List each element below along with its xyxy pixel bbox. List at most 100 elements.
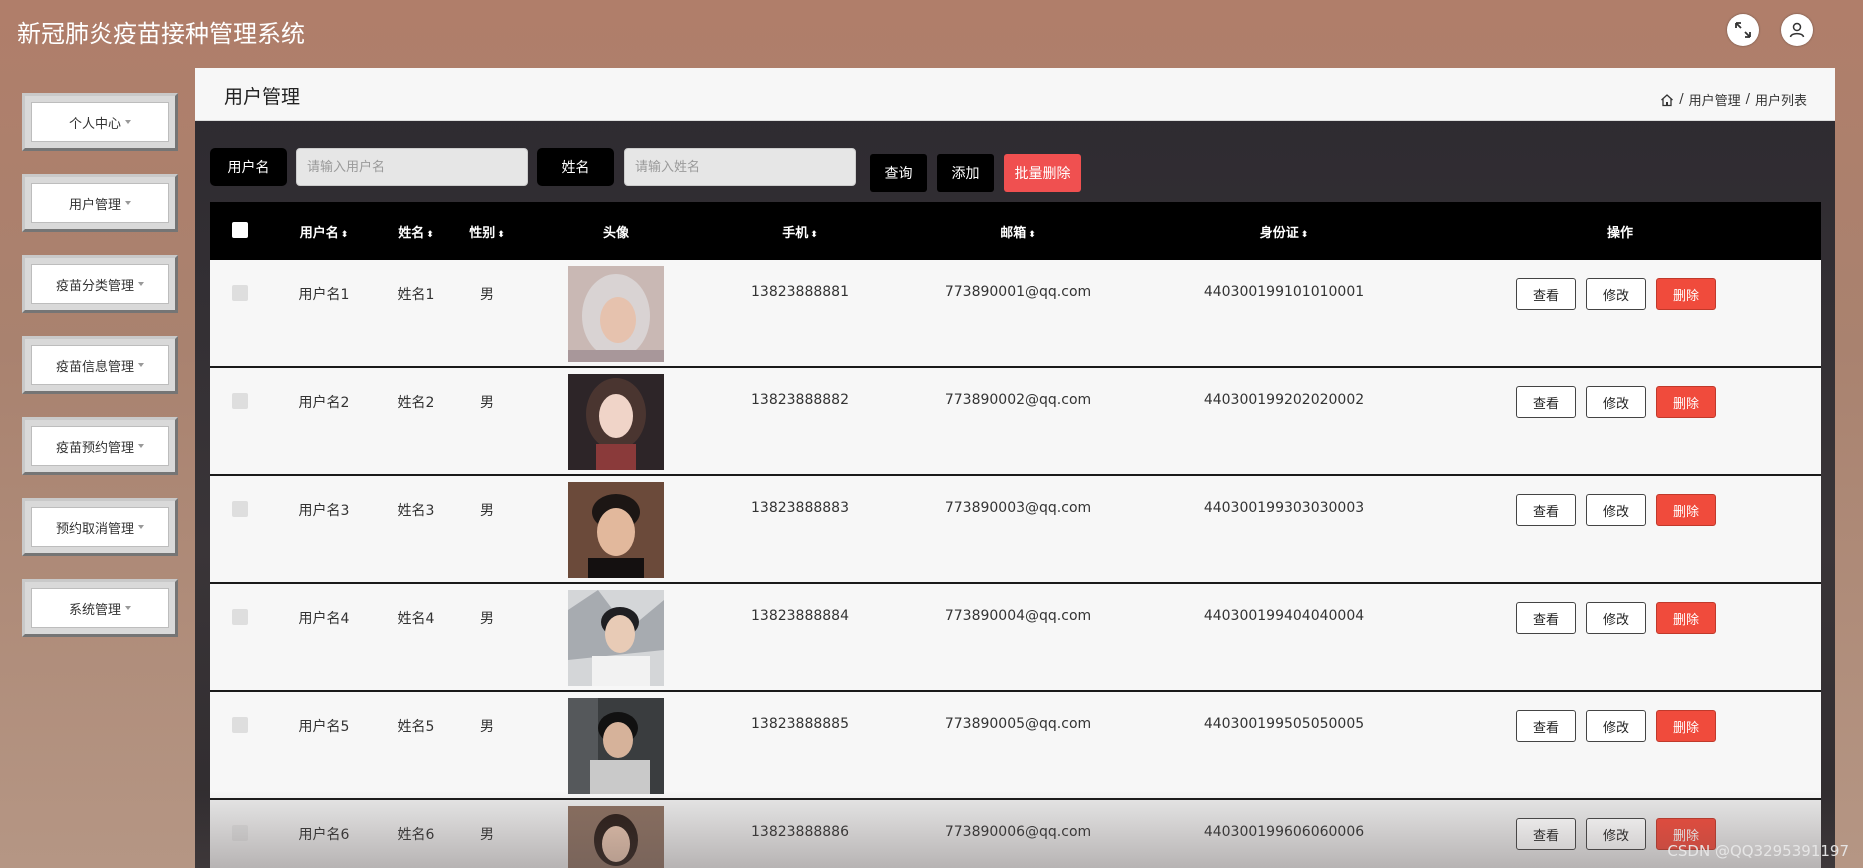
view-button[interactable]: 查看	[1516, 278, 1576, 310]
main-content: 用户管理 / 用户管理 / 用户列表 用户名 姓名 查询 添加 批量删除 用户名…	[195, 68, 1835, 868]
cell-gender: 男	[480, 503, 494, 519]
avatar	[568, 698, 664, 794]
table-row: 用户名3 姓名3 男 13823888883 773890003@qq.com …	[210, 476, 1821, 584]
table-row: 用户名5 姓名5 男 13823888885 773890005@qq.com …	[210, 692, 1821, 800]
cell-name: 姓名1	[397, 287, 435, 303]
cell-phone: 13823888883	[751, 500, 849, 516]
delete-button[interactable]: 删除	[1656, 602, 1716, 634]
cell-gender: 男	[480, 611, 494, 627]
column-header-gender[interactable]: 性别 ⬍	[469, 222, 505, 241]
cell-name: 姓名5	[397, 719, 435, 735]
delete-button[interactable]: 删除	[1656, 710, 1716, 742]
column-header-username[interactable]: 用户名 ⬍	[300, 222, 349, 241]
batch-delete-button[interactable]: 批量删除	[1004, 154, 1081, 192]
column-header-avatar: 头像	[602, 226, 630, 241]
view-button[interactable]: 查看	[1516, 494, 1576, 526]
sidebar-item-vaccine-info[interactable]: 疫苗信息管理	[22, 336, 178, 394]
sidebar-item-booking-cancel[interactable]: 预约取消管理	[22, 498, 178, 556]
cell-phone: 13823888882	[751, 392, 849, 408]
column-header-email[interactable]: 邮箱 ⬍	[1000, 222, 1036, 241]
cell-email: 773890003@qq.com	[944, 500, 1092, 516]
caret-down-icon	[138, 363, 144, 367]
fullscreen-button[interactable]	[1727, 14, 1759, 46]
breadcrumb: / 用户管理 / 用户列表	[1660, 90, 1807, 109]
edit-button[interactable]: 修改	[1586, 818, 1646, 850]
cell-name: 姓名3	[397, 503, 435, 519]
table-header: 用户名 ⬍ 姓名 ⬍ 性别 ⬍ 头像 手机 ⬍ 邮箱 ⬍ 身份证 ⬍ 操作	[210, 202, 1821, 260]
row-checkbox[interactable]	[232, 501, 248, 517]
avatar	[568, 482, 664, 578]
sidebar-item-label: 预约取消管理	[55, 521, 134, 537]
sidebar-item-label: 系统管理	[68, 602, 121, 618]
cell-email: 773890004@qq.com	[944, 608, 1092, 624]
sidebar-item-label: 个人中心	[68, 116, 121, 132]
cell-gender: 男	[480, 719, 494, 735]
sort-icon: ⬍	[426, 230, 434, 240]
name-search-input[interactable]	[624, 148, 856, 186]
cell-username: 用户名6	[298, 827, 350, 843]
select-all-checkbox[interactable]	[232, 222, 248, 238]
sort-icon: ⬍	[1300, 230, 1309, 240]
caret-down-icon	[138, 282, 144, 286]
table-row: 用户名2 姓名2 男 13823888882 773890002@qq.com …	[210, 368, 1821, 476]
add-button[interactable]: 添加	[937, 154, 994, 192]
breadcrumb-item[interactable]: 用户管理	[1689, 90, 1741, 109]
watermark: CSDN @QQ3295391197	[1667, 842, 1849, 860]
sidebar-item-system[interactable]: 系统管理	[22, 579, 178, 637]
query-button[interactable]: 查询	[870, 154, 927, 192]
edit-button[interactable]: 修改	[1586, 602, 1646, 634]
cell-email: 773890001@qq.com	[944, 284, 1092, 300]
sort-icon: ⬍	[497, 230, 505, 240]
view-button[interactable]: 查看	[1516, 818, 1576, 850]
cell-name: 姓名2	[397, 395, 435, 411]
breadcrumb-item-current: 用户列表	[1754, 94, 1807, 109]
sidebar-item-personal-center[interactable]: 个人中心	[22, 93, 178, 151]
sidebar-item-label: 疫苗信息管理	[55, 359, 134, 375]
cell-name: 姓名6	[397, 827, 435, 843]
sort-icon: ⬍	[810, 230, 818, 240]
username-search-input[interactable]	[296, 148, 528, 186]
user-menu-button[interactable]	[1781, 14, 1813, 46]
delete-button[interactable]: 删除	[1656, 494, 1716, 526]
sidebar-item-label: 疫苗分类管理	[55, 278, 134, 294]
table-row: 用户名6 姓名6 男 13823888886 773890006@qq.com …	[210, 800, 1821, 868]
cell-phone: 13823888884	[751, 608, 849, 624]
sidebar-item-vaccine-booking[interactable]: 疫苗预约管理	[22, 417, 178, 475]
view-button[interactable]: 查看	[1516, 602, 1576, 634]
cell-name: 姓名4	[397, 611, 435, 627]
column-header-phone[interactable]: 手机 ⬍	[782, 222, 818, 241]
cell-email: 773890002@qq.com	[944, 392, 1092, 408]
cell-idcard: 440300199505050005	[1203, 716, 1365, 732]
home-icon[interactable]	[1660, 93, 1674, 107]
cell-phone: 13823888885	[751, 716, 849, 732]
user-icon	[1789, 22, 1805, 38]
delete-button[interactable]: 删除	[1656, 386, 1716, 418]
column-header-name[interactable]: 姓名 ⬍	[398, 222, 434, 241]
row-checkbox[interactable]	[232, 717, 248, 733]
cell-idcard: 440300199101010001	[1203, 284, 1365, 300]
edit-button[interactable]: 修改	[1586, 278, 1646, 310]
view-button[interactable]: 查看	[1516, 710, 1576, 742]
cell-gender: 男	[480, 395, 494, 411]
column-header-idcard[interactable]: 身份证 ⬍	[1260, 222, 1309, 241]
row-checkbox[interactable]	[232, 609, 248, 625]
row-checkbox[interactable]	[232, 825, 248, 841]
search-form: 用户名 姓名 查询 添加 批量删除	[195, 148, 1835, 192]
cell-username: 用户名2	[298, 395, 350, 411]
sidebar-item-vaccine-category[interactable]: 疫苗分类管理	[22, 255, 178, 313]
edit-button[interactable]: 修改	[1586, 494, 1646, 526]
view-button[interactable]: 查看	[1516, 386, 1576, 418]
sort-icon: ⬍	[340, 230, 349, 240]
delete-button[interactable]: 删除	[1656, 278, 1716, 310]
cell-gender: 男	[480, 827, 494, 843]
edit-button[interactable]: 修改	[1586, 710, 1646, 742]
sidebar-item-user-management[interactable]: 用户管理	[22, 174, 178, 232]
cell-username: 用户名1	[298, 287, 350, 303]
row-checkbox[interactable]	[232, 285, 248, 301]
edit-button[interactable]: 修改	[1586, 386, 1646, 418]
user-table: 用户名 ⬍ 姓名 ⬍ 性别 ⬍ 头像 手机 ⬍ 邮箱 ⬍ 身份证 ⬍ 操作 用户名1 姓名1…	[210, 202, 1821, 868]
app-header: 新冠肺炎疫苗接种管理系统	[0, 0, 1863, 60]
row-checkbox[interactable]	[232, 393, 248, 409]
avatar	[568, 806, 664, 868]
fullscreen-icon	[1735, 22, 1751, 38]
